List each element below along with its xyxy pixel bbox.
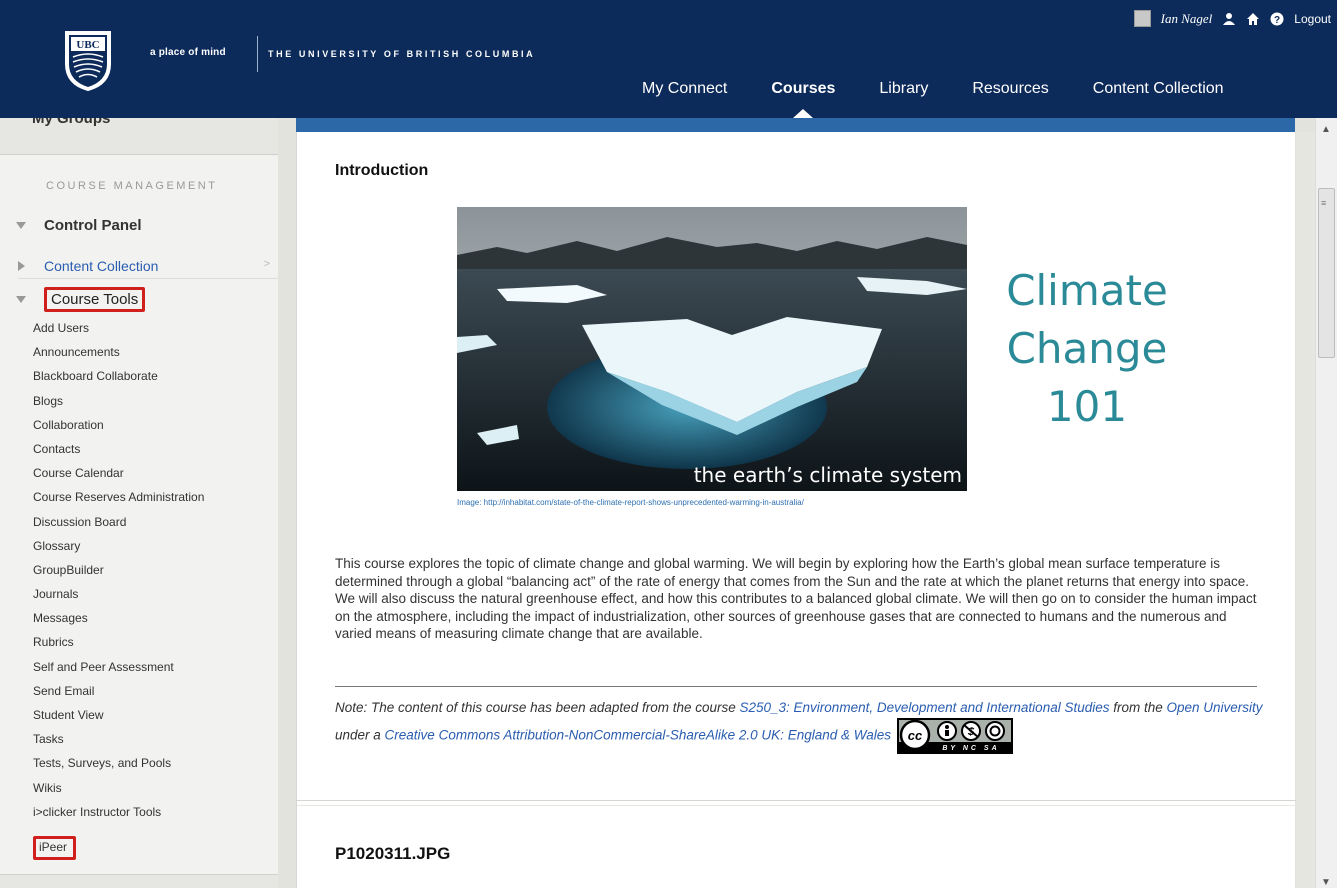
climate-change-101-heading: Climate Change 101 xyxy=(977,262,1197,436)
cc-badge-graphic: cc $ BY NC SA xyxy=(898,719,1011,752)
tool-iclicker[interactable]: i>clicker Instructor Tools xyxy=(33,803,204,827)
tool-course-reserves[interactable]: Course Reserves Administration xyxy=(33,488,204,512)
tool-tests-surveys-pools[interactable]: Tests, Surveys, and Pools xyxy=(33,754,204,778)
help-icon[interactable]: ? xyxy=(1270,12,1284,26)
tool-contacts[interactable]: Contacts xyxy=(33,440,204,464)
tool-collaboration[interactable]: Collaboration xyxy=(33,416,204,440)
collapsed-arrow-icon xyxy=(18,260,25,271)
tool-rubrics[interactable]: Rubrics xyxy=(33,633,204,657)
control-panel-label: Control Panel xyxy=(44,217,142,234)
expanded-arrow-icon xyxy=(16,296,26,303)
vertical-scrollbar[interactable]: ▲ ≡ ▼ xyxy=(1315,118,1337,888)
tool-ipeer-highlighted[interactable]: iPeer xyxy=(33,836,77,860)
sidebar-item-my-groups[interactable]: My Groups xyxy=(0,118,278,155)
course-menu-sidebar: My Groups COURSE MANAGEMENT Control Pane… xyxy=(0,118,278,888)
note-under: under a xyxy=(335,727,385,743)
nav-library[interactable]: Library xyxy=(857,80,950,118)
heading-line-climate: Climate xyxy=(1006,266,1168,315)
course-tools-toggle[interactable]: Course Tools xyxy=(16,287,146,312)
top-header: UBC a place of mind THE UNIVERSITY OF BR… xyxy=(0,0,1337,118)
content-panel: Introduction the earth’s climate system … xyxy=(296,132,1296,888)
my-groups-label: My Groups xyxy=(32,118,111,127)
heading-line-101: 101 xyxy=(1046,382,1128,431)
course-s250-link[interactable]: S250_3: Environment, Development and Int… xyxy=(740,700,1110,715)
tool-messages[interactable]: Messages xyxy=(33,609,204,633)
nav-my-connect[interactable]: My Connect xyxy=(620,80,749,118)
scrollbar-thumb[interactable] xyxy=(1318,188,1335,358)
cc-license-link[interactable]: Creative Commons Attribution-NonCommerci… xyxy=(385,728,891,743)
tool-blogs[interactable]: Blogs xyxy=(33,392,204,416)
open-university-link[interactable]: Open University xyxy=(1167,700,1263,715)
image-caption-link[interactable]: Image: http://inhabitat.com/state-of-the… xyxy=(457,498,804,507)
nav-resources[interactable]: Resources xyxy=(950,80,1070,118)
svg-text:cc: cc xyxy=(908,728,923,743)
ubc-tagline: a place of mind xyxy=(150,47,226,58)
note-prefix: Note: The content of this course has bee… xyxy=(335,700,740,715)
horizontal-rule xyxy=(335,686,1257,687)
tool-announcements[interactable]: Announcements xyxy=(33,343,204,367)
svg-text:?: ? xyxy=(1274,15,1280,26)
university-name: THE UNIVERSITY OF BRITISH COLUMBIA xyxy=(268,49,536,59)
nav-courses[interactable]: Courses xyxy=(749,80,857,118)
tool-tasks[interactable]: Tasks xyxy=(33,730,204,754)
tool-glossary[interactable]: Glossary xyxy=(33,537,204,561)
license-note: Note: The content of this course has bee… xyxy=(335,698,1265,754)
user-area: Ian Nagel ? Logout xyxy=(1133,10,1331,27)
chevron-right-icon: > xyxy=(263,258,270,270)
tool-add-users[interactable]: Add Users xyxy=(33,319,204,343)
course-tools-list: Add Users Announcements Blackboard Colla… xyxy=(33,319,204,827)
ubc-crest-logo[interactable]: UBC xyxy=(64,30,112,92)
control-panel-toggle[interactable]: Control Panel xyxy=(16,217,142,234)
nav-content-collection[interactable]: Content Collection xyxy=(1071,80,1246,118)
sidebar-next-section[interactable] xyxy=(0,874,278,888)
content-separator xyxy=(297,800,1296,801)
scroll-up-arrow-icon[interactable]: ▲ xyxy=(1321,124,1331,135)
climate-hero-image: the earth’s climate system xyxy=(457,207,967,491)
content-header-strip xyxy=(296,118,1295,132)
content-collection-label: Content Collection xyxy=(44,257,159,274)
introduction-title: Introduction xyxy=(335,162,429,179)
scroll-down-arrow-icon[interactable]: ▼ xyxy=(1321,877,1331,888)
course-management-heading: COURSE MANAGEMENT xyxy=(46,180,218,192)
tool-send-email[interactable]: Send Email xyxy=(33,682,204,706)
note-from: from the xyxy=(1109,700,1167,715)
scrollbar-grip-icon: ≡ xyxy=(1321,198,1327,208)
tool-student-view[interactable]: Student View xyxy=(33,706,204,730)
tool-blackboard-collaborate[interactable]: Blackboard Collaborate xyxy=(33,367,204,391)
content-separator-secondary xyxy=(297,805,1296,806)
crest-text: UBC xyxy=(76,39,99,51)
tool-self-peer-assessment[interactable]: Self and Peer Assessment xyxy=(33,658,204,682)
tool-course-calendar[interactable]: Course Calendar xyxy=(33,464,204,488)
expanded-arrow-icon xyxy=(16,222,26,229)
hero-overlay-caption: the earth’s climate system xyxy=(694,463,962,487)
user-profile-icon[interactable] xyxy=(1222,12,1236,26)
cc-badge-label: BY NC SA xyxy=(942,745,999,752)
tool-journals[interactable]: Journals xyxy=(33,585,204,609)
next-item-title[interactable]: P1020311.JPG xyxy=(335,844,450,864)
heading-line-change: Change xyxy=(1006,324,1168,373)
cc-license-badge-icon[interactable]: cc $ BY NC SA xyxy=(896,718,1013,754)
tool-groupbuilder[interactable]: GroupBuilder xyxy=(33,561,204,585)
course-description: This course explores the topic of climat… xyxy=(335,556,1257,641)
tool-discussion-board[interactable]: Discussion Board xyxy=(33,513,204,537)
sidebar-item-content-collection[interactable]: Content Collection > xyxy=(18,253,278,279)
course-tools-label-highlighted: Course Tools xyxy=(44,287,146,312)
logout-link[interactable]: Logout xyxy=(1294,12,1331,26)
user-avatar[interactable] xyxy=(1133,10,1151,27)
content-side-border xyxy=(1296,132,1315,888)
main-nav: My Connect Courses Library Resources Con… xyxy=(620,80,1246,118)
tool-wikis[interactable]: Wikis xyxy=(33,779,204,803)
home-icon[interactable] xyxy=(1246,12,1260,26)
header-divider xyxy=(257,36,258,72)
user-name-link[interactable]: Ian Nagel xyxy=(1161,11,1213,27)
